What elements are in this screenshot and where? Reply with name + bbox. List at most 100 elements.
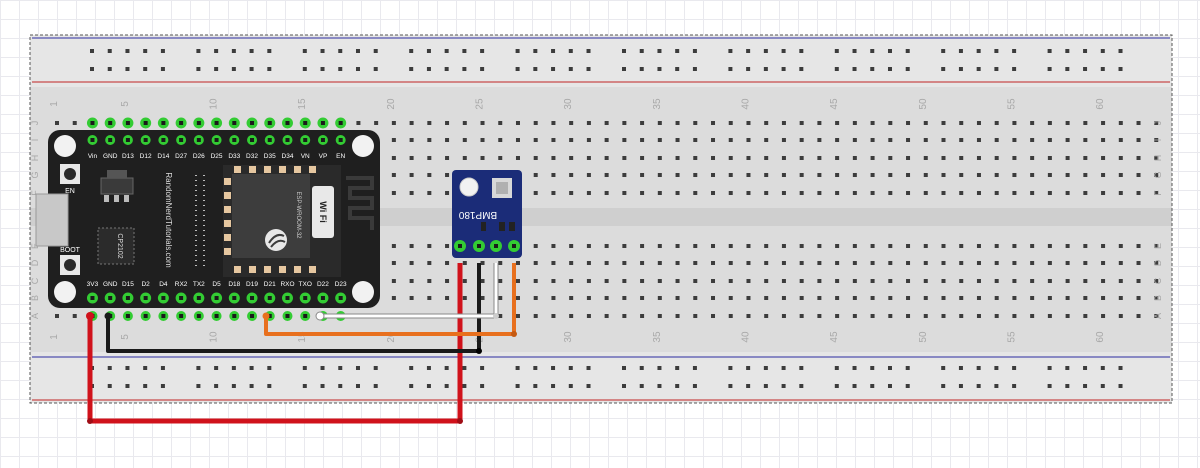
breadboard-hole [1118, 384, 1123, 388]
esp32-pin-hole [303, 314, 308, 318]
breadboard-hole [356, 121, 361, 125]
breadboard-hole [852, 314, 857, 318]
breadboard-hole [160, 366, 165, 370]
bottom-power-rail [30, 352, 1172, 403]
breadboard-hole [498, 156, 503, 160]
breadboard-hole [870, 279, 875, 283]
breadboard-hole [976, 173, 981, 177]
breadboard-hole [569, 244, 574, 248]
mount-hole-br [352, 281, 374, 303]
breadboard-hole [693, 121, 698, 125]
breadboard-hole [1118, 244, 1123, 248]
breadboard-hole [870, 138, 875, 142]
breadboard-hole [622, 49, 626, 53]
breadboard-hole [622, 296, 627, 300]
esp32-pin-hole [125, 138, 130, 142]
esp32-pin-hole [143, 138, 148, 142]
breadboard-hole [445, 261, 450, 265]
row-letter: C [1153, 277, 1163, 284]
breadboard-hole [604, 173, 609, 177]
bmp180-sensor-window [496, 182, 508, 194]
esp32-pin-hole [161, 314, 166, 318]
breadboard-hole [1047, 366, 1052, 370]
breadboard-hole [551, 156, 556, 160]
breadboard-hole [693, 156, 698, 160]
breadboard-hole [835, 296, 840, 300]
breadboard-hole [426, 366, 431, 370]
esp32-bottom-pin-label: TX2 [193, 281, 205, 288]
module-pad [294, 166, 301, 173]
breadboard-hole [923, 261, 928, 265]
usb-port [35, 193, 69, 247]
breadboard-hole [622, 366, 626, 370]
esp32-pin-hole [320, 296, 325, 300]
breadboard-hole [763, 384, 768, 388]
breadboard-hole [373, 384, 378, 388]
esp32-bottom-pin-label: D22 [317, 281, 329, 288]
breadboard-hole [462, 49, 467, 53]
breadboard-hole [781, 366, 786, 370]
breadboard-hole [906, 296, 911, 300]
breadboard-hole [817, 156, 822, 160]
breadboard-hole [1065, 49, 1070, 53]
esp32-pin-hole [161, 296, 166, 300]
breadboard-hole [994, 173, 999, 177]
breadboard-hole [1047, 49, 1052, 53]
breadboard-hole [781, 138, 786, 142]
breadboard-hole [1030, 191, 1035, 195]
breadboard-hole [604, 244, 609, 248]
breadboard-hole [409, 156, 414, 160]
module-pad [264, 266, 271, 273]
breadboard-hole [1100, 49, 1105, 53]
module-pad [309, 166, 316, 173]
breadboard-hole [1012, 279, 1017, 283]
esp32-top-pin-label: D34 [282, 153, 294, 160]
breadboard-hole [959, 244, 964, 248]
bmp180-component-2 [499, 222, 505, 231]
row-letter: B [30, 295, 40, 301]
wire-end-sda-corner [493, 313, 499, 319]
breadboard-hole [834, 49, 839, 53]
breadboard-hole [107, 67, 112, 71]
esp32-top-pin-label: D26 [193, 153, 205, 160]
breadboard-hole [569, 261, 574, 265]
breadboard-hole [1083, 296, 1088, 300]
breadboard-hole [692, 49, 697, 53]
breadboard-hole [1136, 173, 1141, 177]
esp32-bottom-pin-label: D19 [246, 281, 258, 288]
breadboard-hole [604, 191, 609, 195]
breadboard-hole [214, 366, 219, 370]
breadboard-hole [870, 67, 875, 71]
breadboard-hole [355, 49, 360, 53]
breadboard-hole [640, 279, 645, 283]
breadboard-hole [231, 366, 236, 370]
breadboard-hole [657, 296, 662, 300]
regulator-pin-3 [124, 195, 129, 202]
breadboard-hole [835, 138, 840, 142]
breadboard-hole [586, 191, 591, 195]
esp32-pin-hole [196, 296, 201, 300]
row-letter: B [1153, 295, 1163, 301]
esp32-pin-hole [196, 314, 201, 318]
breadboard-hole [143, 384, 148, 388]
esp32-pin-hole [250, 138, 255, 142]
breadboard-hole [941, 384, 946, 388]
voltage-regulator [100, 177, 134, 195]
esp32-bottom-pin-label: D5 [212, 281, 221, 288]
column-number: 55 [1006, 98, 1017, 110]
breadboard-hole [604, 156, 609, 160]
breadboard-hole [515, 314, 520, 318]
breadboard-hole [941, 156, 946, 160]
breadboard-hole [1012, 384, 1017, 388]
breadboard-hole [586, 261, 591, 265]
breadboard-hole [1083, 156, 1088, 160]
wire-end-scl-corner [511, 331, 517, 337]
breadboard-hole [160, 384, 165, 388]
breadboard-hole [640, 121, 645, 125]
breadboard-hole [1083, 244, 1088, 248]
breadboard-hole [657, 261, 662, 265]
breadboard-hole [444, 384, 449, 388]
breadboard-hole [427, 138, 432, 142]
breadboard-hole [640, 261, 645, 265]
breadboard-hole [445, 121, 450, 125]
